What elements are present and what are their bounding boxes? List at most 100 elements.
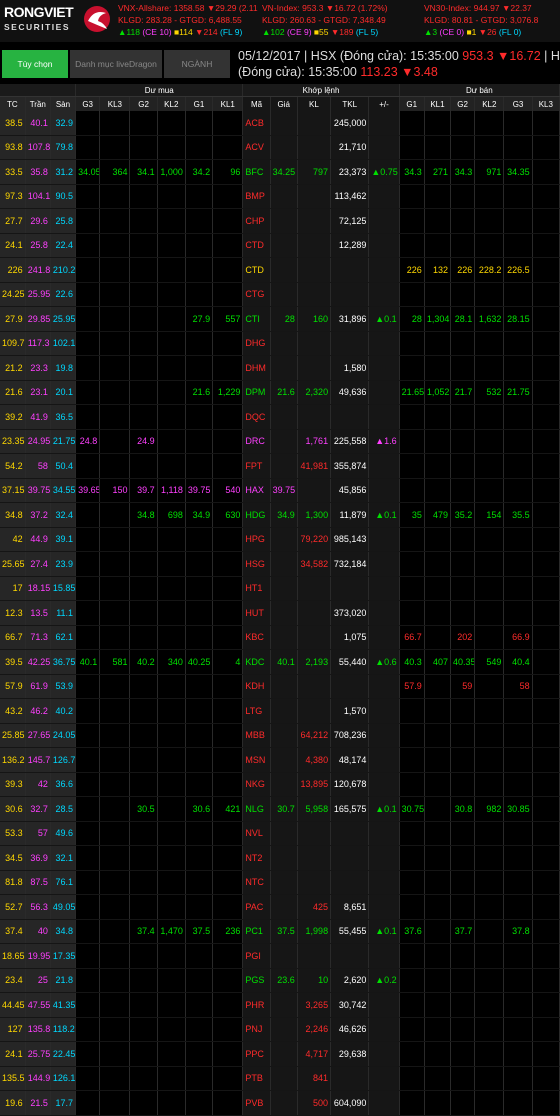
table-row[interactable]: 27.7 29.6 25.8 CHP 72,125 <box>0 208 560 234</box>
symbol-cell[interactable]: PVB <box>242 1090 271 1116</box>
table-row[interactable]: 81.8 87.5 76.1 NTC <box>0 870 560 895</box>
table-row[interactable]: 18.65 19.95 17.35 PGI <box>0 943 560 969</box>
symbol-cell[interactable]: KDC <box>242 649 271 675</box>
symbol-cell[interactable]: ACV <box>242 135 271 160</box>
table-row[interactable]: 53.3 57 49.6 NVL <box>0 821 560 846</box>
table-row[interactable]: 127 135.8 118.2 PNJ 2,246 46,626 <box>0 1017 560 1042</box>
symbol-cell[interactable]: MSN <box>242 747 271 773</box>
symbol-cell[interactable]: PC1 <box>242 919 271 944</box>
tab-livedragon-list[interactable]: Danh mục liveDragon <box>70 50 162 78</box>
table-row[interactable]: 30.6 32.7 28.5 30.5 30.6 421 NLG 30.7 5,958 165,5… <box>0 796 560 822</box>
symbol-cell[interactable]: BFC <box>242 159 271 185</box>
table-row[interactable]: 57.9 61.9 53.9 KDH 57.9 59 58 <box>0 674 560 699</box>
symbol-cell[interactable]: PGS <box>242 968 271 993</box>
symbol-cell[interactable]: KBC <box>242 625 271 650</box>
table-row[interactable]: 136.2 145.7 126.7 MSN 4,380 48,174 <box>0 747 560 773</box>
symbol-cell[interactable]: CTD <box>242 233 271 258</box>
symbol-cell[interactable]: CTI <box>242 306 271 332</box>
symbol-cell[interactable]: HSG <box>242 551 271 577</box>
column-header[interactable]: TKL <box>330 96 370 111</box>
symbol-cell[interactable]: HAX <box>242 478 271 503</box>
symbol-cell[interactable]: PPC <box>242 1041 271 1067</box>
symbol-cell[interactable]: ACB <box>242 111 271 136</box>
symbol-cell[interactable]: NLG <box>242 796 271 822</box>
symbol-cell[interactable]: PHR <box>242 992 271 1018</box>
symbol-cell[interactable]: DRC <box>242 429 271 454</box>
symbol-cell[interactable]: BMP <box>242 184 271 209</box>
table-row[interactable]: 39.3 42 36.6 NKG 13,895 120,678 <box>0 772 560 797</box>
table-row[interactable]: 43.2 46.2 40.2 LTG 1,570 <box>0 698 560 724</box>
symbol-cell[interactable]: NT2 <box>242 845 271 871</box>
table-row[interactable]: 93.8 107.8 79.8 ACV 21,710 <box>0 135 560 160</box>
table-row[interactable]: 24.25 25.95 22.6 CTG <box>0 282 560 307</box>
tab-sector[interactable]: NGÀNH <box>164 50 230 78</box>
symbol-cell[interactable]: DPM <box>242 380 271 405</box>
table-row[interactable]: 21.6 23.1 20.1 21.6 1,229 DPM 21.6 2,320 49,636 2… <box>0 380 560 405</box>
table-row[interactable]: 17 18.15 15.85 HT1 <box>0 576 560 601</box>
table-row[interactable]: 38.5 40.1 32.9 ACB 245,000 <box>0 111 560 136</box>
table-row[interactable]: 39.5 42.25 36.75 40.1 581 40.2 340 40.25 4 KDC 40.… <box>0 649 560 675</box>
column-header[interactable]: KL3 <box>532 96 560 111</box>
symbol-cell[interactable]: PNJ <box>242 1017 271 1042</box>
column-header[interactable]: Mã <box>242 96 271 111</box>
table-row[interactable]: 12.3 13.5 11.1 HUT 373,020 <box>0 600 560 626</box>
column-header[interactable]: Sàn <box>50 96 77 111</box>
symbol-cell[interactable]: CTG <box>242 282 271 307</box>
table-row[interactable]: 66.7 71.3 62.1 KBC 1,075 66.7 202 66.9 <box>0 625 560 650</box>
tab-custom[interactable]: Tùy chọn <box>2 50 68 78</box>
table-row[interactable]: 21.2 23.3 19.8 DHM 1,580 <box>0 355 560 381</box>
table-row[interactable]: 42 44.9 39.1 HPG 79,220 985,143 <box>0 527 560 552</box>
table-row[interactable]: 33.5 35.8 31.2 34.05 364 34.1 1,000 34.2 96 BFC 34… <box>0 159 560 185</box>
symbol-cell[interactable]: KDH <box>242 674 271 699</box>
table-row[interactable]: 54.2 58 50.4 FPT 41,981 355,874 <box>0 453 560 479</box>
symbol-cell[interactable]: FPT <box>242 453 271 479</box>
index-vnx-allshare[interactable]: VNX-Allshare: 1358.58 ▼29.29 (2.11%) KLG… <box>118 2 258 40</box>
column-header[interactable]: KL2 <box>474 96 505 111</box>
table-row[interactable]: 97.3 104.1 90.5 BMP 113,462 <box>0 184 560 209</box>
symbol-cell[interactable]: PTB <box>242 1066 271 1091</box>
column-header[interactable]: G2 <box>450 96 476 111</box>
index-vn30[interactable]: VN30-Index: 944.97 ▼22.37 KLGD: 80.81 - … <box>424 2 560 40</box>
symbol-cell[interactable]: PAC <box>242 894 271 920</box>
table-row[interactable]: 52.7 56.3 49.05 PAC 425 8,651 <box>0 894 560 920</box>
symbol-cell[interactable]: HDG <box>242 502 271 528</box>
symbol-cell[interactable]: MBB <box>242 723 271 748</box>
column-header[interactable]: KL1 <box>424 96 452 111</box>
table-row[interactable]: 23.35 24.95 21.75 24.8 24.9 DRC 1,761 225,558 ▲1… <box>0 429 560 454</box>
symbol-cell[interactable]: NKG <box>242 772 271 797</box>
column-header[interactable]: G1 <box>399 96 425 111</box>
table-row[interactable]: 25.65 27.4 23.9 HSG 34,582 732,184 <box>0 551 560 577</box>
symbol-cell[interactable]: DQC <box>242 404 271 430</box>
symbol-cell[interactable]: NTC <box>242 870 271 895</box>
symbol-cell[interactable]: DHM <box>242 355 271 381</box>
column-header[interactable]: G2 <box>129 96 158 111</box>
column-header[interactable]: KL3 <box>99 96 131 111</box>
symbol-cell[interactable]: CHP <box>242 208 271 234</box>
table-row[interactable]: 226 241.8 210.2 CTD 226 132 226 228.2 226.5 <box>0 257 560 283</box>
column-header[interactable]: G3 <box>503 96 533 111</box>
table-row[interactable]: 19.6 21.5 17.7 PVB 500 604,090 <box>0 1090 560 1116</box>
table-row[interactable]: 24.1 25.75 22.45 PPC 4,717 29,638 <box>0 1041 560 1067</box>
symbol-cell[interactable]: DHG <box>242 331 271 356</box>
brand-logo[interactable]: RONGVIET SECURITIES <box>2 3 112 39</box>
symbol-cell[interactable]: HUT <box>242 600 271 626</box>
symbol-cell[interactable]: LTG <box>242 698 271 724</box>
table-row[interactable]: 23.4 25 21.8 PGS 23.6 10 2,620 ▲0.2 <box>0 968 560 993</box>
column-header[interactable]: KL1 <box>212 96 244 111</box>
table-row[interactable]: 135.5 144.9 126.1 PTB 841 <box>0 1066 560 1091</box>
column-header[interactable]: +/- <box>368 96 400 111</box>
table-row[interactable]: 34.8 37.2 32.4 34.8 698 34.9 630 HDG 34.9 1,300 11… <box>0 502 560 528</box>
column-header[interactable]: Trần <box>25 96 51 111</box>
table-row[interactable]: 27.9 29.85 25.95 27.9 557 CTI 28 160 31,896 ▲0.1 2… <box>0 306 560 332</box>
table-row[interactable]: 37.4 40 34.8 37.4 1,470 37.5 236 PC1 37.5 1,998 55… <box>0 919 560 944</box>
index-vn-index[interactable]: VN-Index: 953.3 ▼16.72 (1.72%) KLGD: 260… <box>262 2 402 40</box>
table-row[interactable]: 24.1 25.8 22.4 CTD 12,289 <box>0 233 560 258</box>
symbol-cell[interactable]: PGI <box>242 943 271 969</box>
table-row[interactable]: 37.15 39.75 34.55 39.65 150 39.7 1,118 39.75 540… <box>0 478 560 503</box>
column-header[interactable]: TC <box>0 96 26 111</box>
symbol-cell[interactable]: NVL <box>242 821 271 846</box>
column-header[interactable]: Giá <box>270 96 298 111</box>
column-header[interactable]: KL <box>297 96 332 111</box>
table-row[interactable]: 25.85 27.65 24.05 MBB 64,212 708,236 <box>0 723 560 748</box>
symbol-cell[interactable]: HPG <box>242 527 271 552</box>
